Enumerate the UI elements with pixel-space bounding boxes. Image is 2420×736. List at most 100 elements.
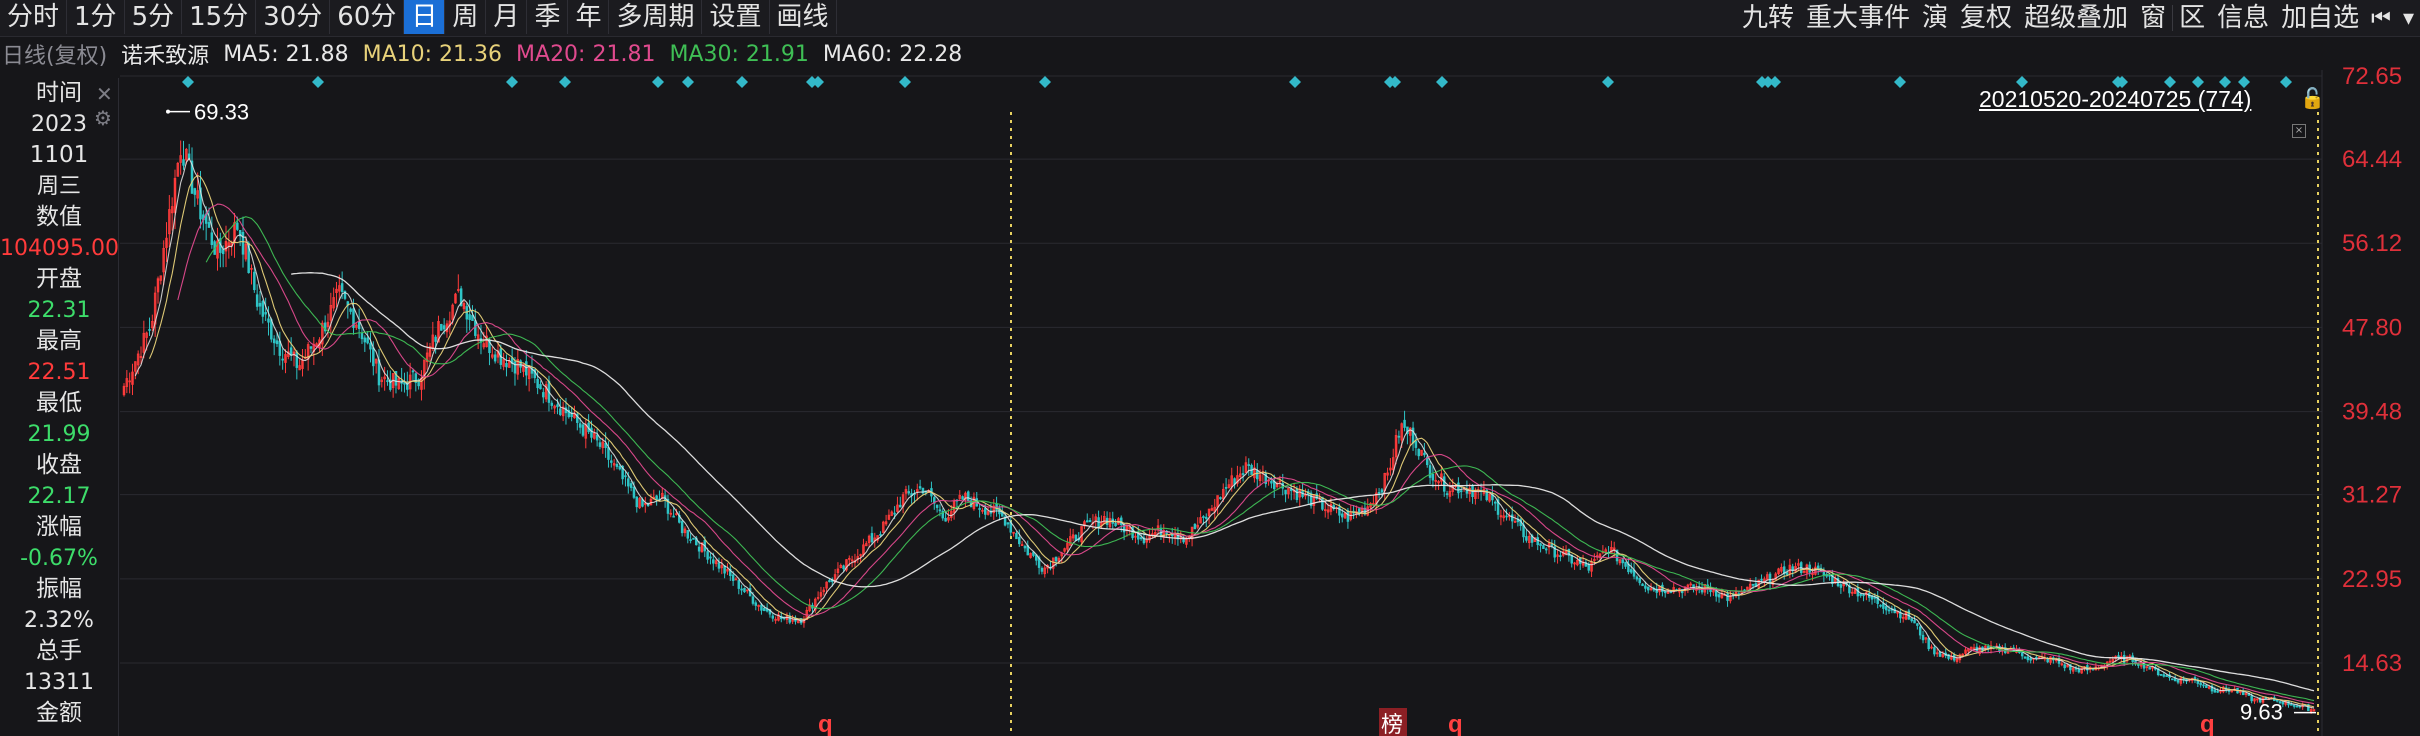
candle-body	[2216, 690, 2219, 693]
candle-body	[295, 351, 299, 368]
close-icon[interactable]: ✕	[96, 82, 113, 106]
candle-body	[870, 533, 874, 543]
candle-body	[1380, 489, 1384, 493]
candle-body	[1417, 448, 1420, 457]
y-tick-label: 14.63	[2342, 650, 2402, 677]
candle-body	[1816, 565, 1820, 570]
candle-body	[754, 602, 758, 606]
candle-body	[1139, 537, 1143, 540]
candle-body	[1493, 501, 1497, 504]
candle-body	[1884, 606, 1888, 611]
candle-body	[357, 321, 361, 329]
candle-body	[743, 587, 746, 593]
y-tick-label: 39.48	[2342, 399, 2402, 426]
candle-body	[655, 495, 658, 501]
candle-body	[712, 559, 715, 564]
candle-body	[1459, 490, 1463, 493]
info-row-20: 金额	[36, 700, 82, 726]
lock-icon[interactable]: 🔓	[2300, 86, 2325, 110]
candle-body	[550, 402, 554, 406]
candle-body	[692, 537, 695, 540]
candle-body	[1717, 594, 1721, 598]
candle-body	[1193, 523, 1197, 530]
info-row-4: 数值	[36, 204, 82, 230]
candle-body	[598, 442, 602, 447]
candle-body	[2029, 658, 2032, 661]
candle-body	[607, 447, 610, 460]
candle-body	[2165, 675, 2168, 677]
event-marker-icon	[736, 76, 748, 88]
candle-body	[632, 486, 636, 498]
candle-body	[1887, 609, 1891, 612]
interval-range-label[interactable]: 20210520-20240725 (774)	[1979, 86, 2251, 113]
candle-body	[559, 408, 562, 415]
candle-body	[2023, 656, 2027, 659]
event-marker-icon	[1039, 76, 1051, 88]
y-tick-label: 47.80	[2342, 314, 2402, 341]
candle-body	[635, 496, 639, 508]
candle-body	[2162, 674, 2166, 677]
candle-body	[261, 301, 265, 317]
event-marker-icon	[899, 76, 911, 88]
candle-body	[340, 283, 344, 292]
q-marker: q	[2200, 711, 2215, 736]
candle-body	[1641, 583, 1644, 587]
candle-body	[1054, 556, 1058, 562]
candle-body	[275, 340, 279, 345]
max-price-label: 69.33	[194, 100, 249, 125]
candle-body	[1445, 493, 1449, 496]
candle-body	[709, 556, 712, 559]
candle-body	[624, 475, 627, 478]
candle-body	[403, 381, 406, 385]
info-row-16: 振幅	[36, 576, 82, 602]
info-row-18: 总手	[36, 638, 82, 664]
candle-body	[978, 508, 981, 510]
candle-body	[349, 308, 352, 312]
candle-body	[2148, 667, 2151, 670]
candle-body	[1913, 620, 1916, 624]
candle-body	[1751, 583, 1755, 586]
candle-body	[731, 574, 735, 582]
candle-body	[1224, 487, 1228, 489]
candle-body	[309, 346, 313, 349]
candle-body	[893, 512, 896, 515]
event-marker-icon	[2280, 76, 2292, 88]
candle-body	[1442, 476, 1446, 492]
candle-body	[1544, 548, 1548, 551]
info-row-8: 最高	[36, 328, 82, 354]
candle-body	[556, 404, 559, 408]
info-row-11: 21.99	[27, 422, 91, 447]
candle-body	[2159, 674, 2163, 676]
candle-body	[1015, 532, 1018, 540]
candle-body	[1726, 593, 1729, 601]
candle-body	[1542, 545, 1545, 549]
candle-body	[253, 271, 256, 291]
event-marker-icon	[506, 76, 518, 88]
y-tick-label: 64.44	[2342, 146, 2402, 173]
event-marker-icon	[1769, 76, 1781, 88]
candle-body	[1219, 497, 1222, 500]
candle-body	[264, 312, 267, 315]
candle-body	[1644, 585, 1647, 589]
candle-body	[236, 222, 239, 230]
info-row-15: -0.67%	[20, 546, 98, 571]
candle-body	[1525, 536, 1528, 541]
candle-body	[1882, 603, 1885, 609]
candle-body	[751, 596, 755, 604]
candle-body	[763, 607, 766, 612]
candle-body	[281, 358, 284, 361]
ma20-line	[177, 203, 2315, 705]
candle-body	[697, 546, 701, 552]
candle-body	[267, 318, 270, 323]
candle-body	[938, 509, 942, 512]
candle-body	[465, 306, 469, 320]
candle-body	[2199, 682, 2202, 686]
candle-body	[372, 347, 375, 367]
candle-body	[1403, 419, 1406, 428]
candle-body	[686, 530, 690, 539]
candle-body	[2295, 705, 2299, 708]
candle-body	[760, 604, 763, 611]
overlay-close-icon[interactable]: ×	[2292, 124, 2306, 138]
candle-body	[672, 515, 675, 518]
gear-icon[interactable]: ⚙	[94, 106, 112, 130]
